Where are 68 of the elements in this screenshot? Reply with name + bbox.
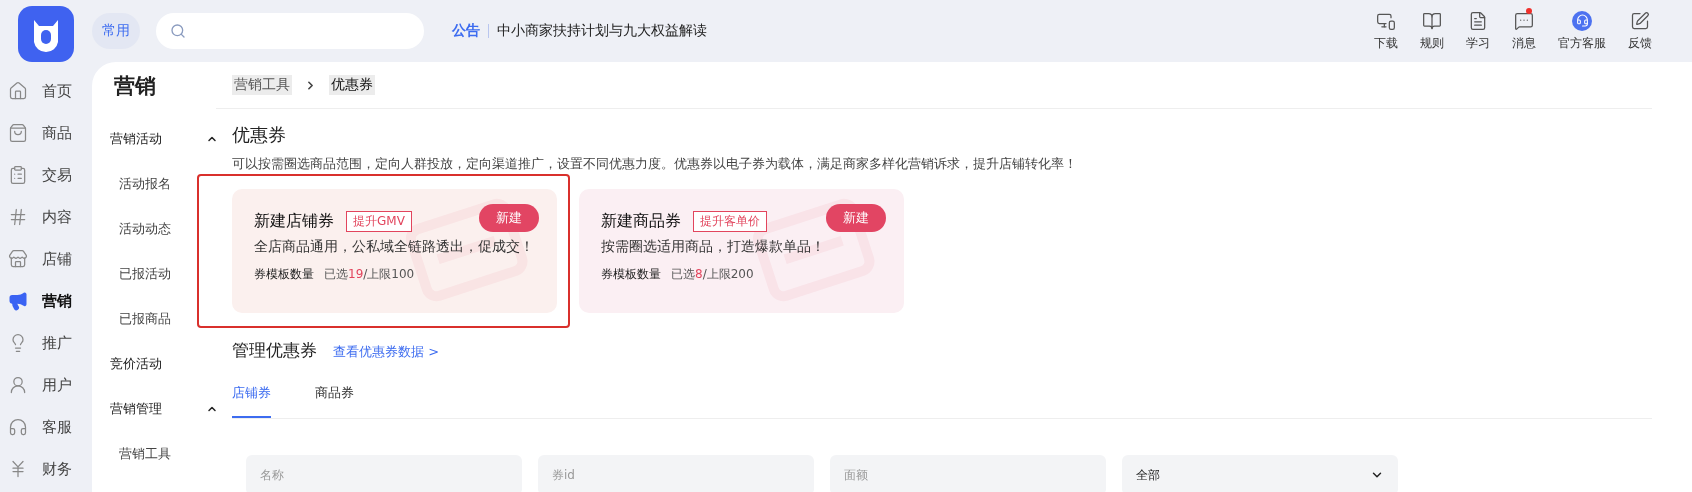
filter-field[interactable]: 面额 [830, 455, 1106, 492]
card-title: 新建店铺券 [254, 211, 334, 232]
breadcrumb-item[interactable]: 优惠券 [329, 75, 375, 95]
menu-item[interactable]: 活动动态 [92, 206, 232, 251]
search-icon [170, 23, 186, 39]
toolbar-action[interactable]: 消息 [1512, 10, 1536, 52]
menu-group[interactable]: 营销管理 [92, 386, 232, 431]
tab[interactable]: 店铺券 [232, 372, 271, 418]
data-link[interactable]: 查看优惠券数据 > [333, 343, 440, 361]
card-title: 新建商品券 [601, 211, 681, 232]
nav-item[interactable]: 首页 [0, 70, 92, 112]
headphones-icon [8, 417, 28, 437]
filter-select[interactable]: 全部 [1122, 455, 1398, 492]
tab[interactable]: 商品券 [315, 372, 354, 418]
menu-group[interactable]: 营销活动 [92, 116, 232, 161]
toolbar-action[interactable]: 反馈 [1628, 10, 1652, 52]
menu-group[interactable]: 竞价活动 [92, 341, 232, 386]
quota-value: 已选8/上限200 [671, 266, 754, 283]
nav-item[interactable]: 内容 [0, 196, 92, 238]
card-tag: 提升客单价 [693, 211, 767, 232]
megaphone-icon [8, 291, 28, 311]
toolbar-action[interactable]: 学习 [1466, 10, 1490, 52]
nav-item[interactable]: 营销 [0, 280, 92, 322]
quota-value: 已选19/上限100 [324, 266, 415, 283]
menu-item[interactable]: 活动报名 [92, 161, 232, 206]
document-icon [1468, 10, 1488, 31]
nav-item[interactable]: 用户 [0, 364, 92, 406]
nav-item[interactable]: 客服 [0, 406, 92, 448]
filter-field[interactable]: 名称 [246, 455, 522, 492]
menu-item[interactable]: 营销工具 [92, 431, 232, 476]
nav-item[interactable]: 商品 [0, 112, 92, 154]
notice-link[interactable]: 中小商家扶持计划与九大权益解读 [497, 22, 707, 40]
quota-label: 券模板数量 [601, 266, 661, 283]
logo-icon[interactable] [18, 6, 74, 62]
clipboard-icon [8, 165, 28, 185]
card-description: 全店商品通用，公私域全链路透出，促成交！ [254, 238, 535, 256]
page-description: 可以按需圈选商品范围，定向人群投放，定向渠道推广，设置不同优惠力度。优惠券以电子券为载体，满足商家多样化营销诉求，提升店铺转化率！ [232, 155, 1078, 173]
menu-item[interactable]: 已报商品 [92, 296, 232, 341]
toolbar-action[interactable]: 规则 [1420, 10, 1444, 52]
breadcrumb-item[interactable]: 营销工具 [232, 75, 292, 95]
card-description: 按需圈选适用商品，打造爆款单品！ [601, 238, 826, 256]
user-icon [8, 375, 28, 395]
nav-item[interactable]: 财务 [0, 448, 92, 490]
book-icon [1422, 10, 1442, 31]
headset-icon [1572, 10, 1592, 31]
edit-icon [1630, 10, 1650, 31]
bag-icon [8, 123, 28, 143]
create-button[interactable]: 新建 [479, 203, 539, 232]
notice-label: 公告 [452, 22, 480, 40]
shortcut-button[interactable]: 常用 [92, 13, 140, 49]
filter-field[interactable]: 券id [538, 455, 814, 492]
toolbar-action[interactable]: 下载 [1374, 10, 1398, 52]
toolbar-action[interactable]: 官方客服 [1558, 10, 1606, 52]
nav-item[interactable]: 交易 [0, 154, 92, 196]
page-title: 优惠券 [232, 123, 287, 147]
nav-item[interactable]: 推广 [0, 322, 92, 364]
quota-label: 券模板数量 [254, 266, 314, 283]
create-button[interactable]: 新建 [826, 203, 886, 232]
section-title: 营销 [113, 73, 157, 100]
section-heading: 管理优惠券 [232, 339, 317, 362]
nav-item[interactable]: 店铺 [0, 238, 92, 280]
menu-item[interactable]: 已报活动 [92, 251, 232, 296]
card-tag: 提升GMV [346, 211, 412, 232]
home-icon [8, 81, 28, 101]
chat-icon [1514, 10, 1534, 31]
search-field[interactable] [156, 13, 424, 49]
store-icon [8, 249, 28, 269]
hash-icon [8, 207, 28, 227]
